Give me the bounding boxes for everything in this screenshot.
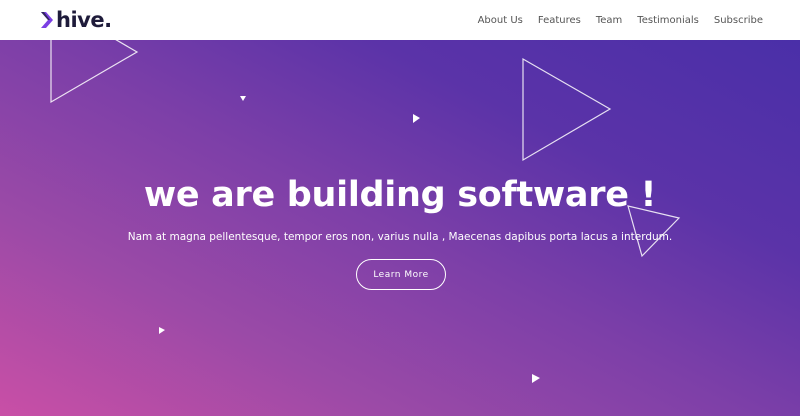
chevron-logo-icon — [41, 12, 53, 28]
learn-more-button[interactable]: Learn More — [356, 259, 446, 290]
nav-link-about-us[interactable]: About Us — [478, 15, 523, 26]
hero-section: we are building software ! Nam at magna … — [0, 40, 800, 416]
play-small-icon — [159, 327, 165, 334]
play-small-icon — [532, 374, 540, 383]
logo-text: hive — [56, 7, 105, 32]
hero-subtitle: Nam at magna pellentesque, tempor eros n… — [127, 231, 673, 243]
nav-link-features[interactable]: Features — [538, 15, 581, 26]
nav-link-subscribe[interactable]: Subscribe — [714, 15, 763, 26]
nav-link-team[interactable]: Team — [596, 15, 622, 26]
hero-title: we are building software ! — [143, 175, 657, 215]
triangle-outline-icon — [50, 40, 139, 104]
nav-link-testimonials[interactable]: Testimonials — [637, 15, 699, 26]
play-small-icon — [413, 114, 420, 123]
navbar: hive. About Us Features Team Testimonial… — [0, 0, 800, 40]
triangle-outline-icon — [522, 57, 612, 162]
logo-dot: . — [104, 7, 112, 32]
nav-links: About Us Features Team Testimonials Subs… — [478, 15, 763, 26]
logo[interactable]: hive. — [40, 0, 112, 40]
triangle-small-icon — [240, 96, 246, 101]
decorative-shapes — [50, 40, 681, 383]
